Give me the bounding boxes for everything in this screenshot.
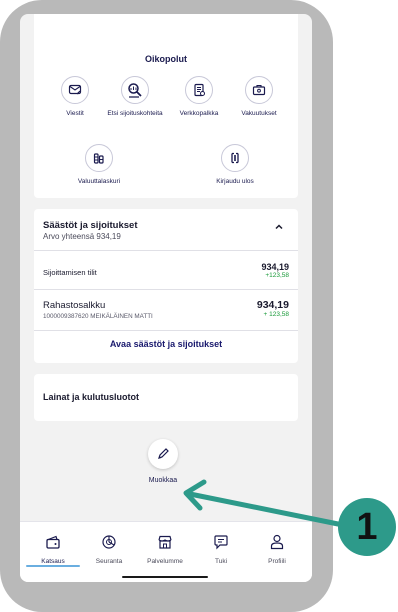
message-icon	[61, 76, 89, 104]
tab-katsaus-label: Katsaus	[41, 558, 65, 565]
savings-card: Säästöt ja sijoitukset Arvo yhteensä 934…	[34, 209, 298, 363]
edit-button[interactable]	[148, 439, 178, 469]
divider	[34, 330, 298, 331]
tab-tuki-label: Tuki	[214, 558, 228, 565]
shortcut-currency-calculator[interactable]: Valuuttalaskuri	[64, 144, 134, 186]
search-investments-icon	[121, 76, 149, 104]
wallet-icon	[46, 535, 60, 549]
fund-portfolio-amount: 934,19	[256, 299, 289, 311]
investment-accounts-label: Sijoittamisen tilit	[43, 268, 97, 277]
tab-profiili[interactable]: Profiili	[249, 534, 305, 565]
divider	[34, 250, 298, 251]
investment-accounts-amounts: 934,19 +123,58	[261, 262, 289, 279]
shop-icon	[158, 535, 172, 549]
home-indicator	[122, 576, 208, 578]
shortcut-find-investments-label: Etsi sijoituskohteita	[107, 110, 163, 117]
pencil-icon	[158, 448, 169, 459]
tab-palvelumme[interactable]: Palvelumme	[137, 534, 193, 565]
savings-total: Arvo yhteensä 934,19	[43, 232, 121, 241]
fund-portfolio-amounts: 934,19 + 123,58	[257, 299, 289, 318]
annotation-arrow	[183, 479, 340, 527]
currency-calculator-icon	[85, 144, 113, 172]
shortcut-logout[interactable]: Kirjaudu ulos	[200, 144, 270, 186]
chevron-up-icon[interactable]	[274, 222, 284, 232]
callout-badge: 1	[338, 498, 396, 556]
fund-portfolio-change: + 123,58	[263, 311, 289, 318]
shortcut-currency-calculator-label: Valuuttalaskuri	[77, 178, 121, 185]
tab-seuranta-label: Seuranta	[95, 558, 123, 565]
shortcut-find-investments[interactable]: Etsi sijoituskohteita	[100, 76, 170, 118]
shortcuts-title: Oikopolut	[145, 54, 187, 64]
loans-card[interactable]: Lainat ja kulutusluotot	[34, 374, 298, 421]
fund-portfolio-account: 1000009387620 MEIKÄLÄINEN MATTI	[43, 313, 153, 320]
investment-accounts-amount: 934,19	[261, 262, 289, 272]
loans-title: Lainat ja kulutusluotot	[43, 392, 139, 402]
tab-palvelumme-label: Palvelumme	[147, 558, 183, 565]
shortcut-insurance[interactable]: Vakuutukset	[224, 76, 294, 118]
payslip-icon	[185, 76, 213, 104]
tab-seuranta[interactable]: Seuranta	[81, 534, 137, 565]
open-savings-link[interactable]: Avaa säästöt ja sijoitukset	[34, 339, 298, 349]
insurance-icon	[245, 76, 273, 104]
tab-tuki[interactable]: Tuki	[193, 534, 249, 565]
fund-portfolio-label: Rahastosalkku	[43, 300, 106, 311]
tab-katsaus[interactable]: Katsaus	[25, 534, 81, 565]
investment-accounts-change: +123,58	[265, 272, 289, 279]
active-tab-indicator	[26, 565, 80, 567]
tab-profiili-label: Profiili	[268, 558, 286, 565]
chart-pie-icon	[102, 535, 116, 549]
savings-title: Säästöt ja sijoitukset	[43, 220, 138, 231]
logout-icon	[221, 144, 249, 172]
divider	[34, 289, 298, 290]
shortcut-insurance-label: Vakuutukset	[241, 110, 277, 117]
shortcuts-card: Oikopolut Viestit Etsi sijoituskohteita …	[34, 14, 298, 198]
shortcut-logout-label: Kirjaudu ulos	[216, 178, 254, 185]
